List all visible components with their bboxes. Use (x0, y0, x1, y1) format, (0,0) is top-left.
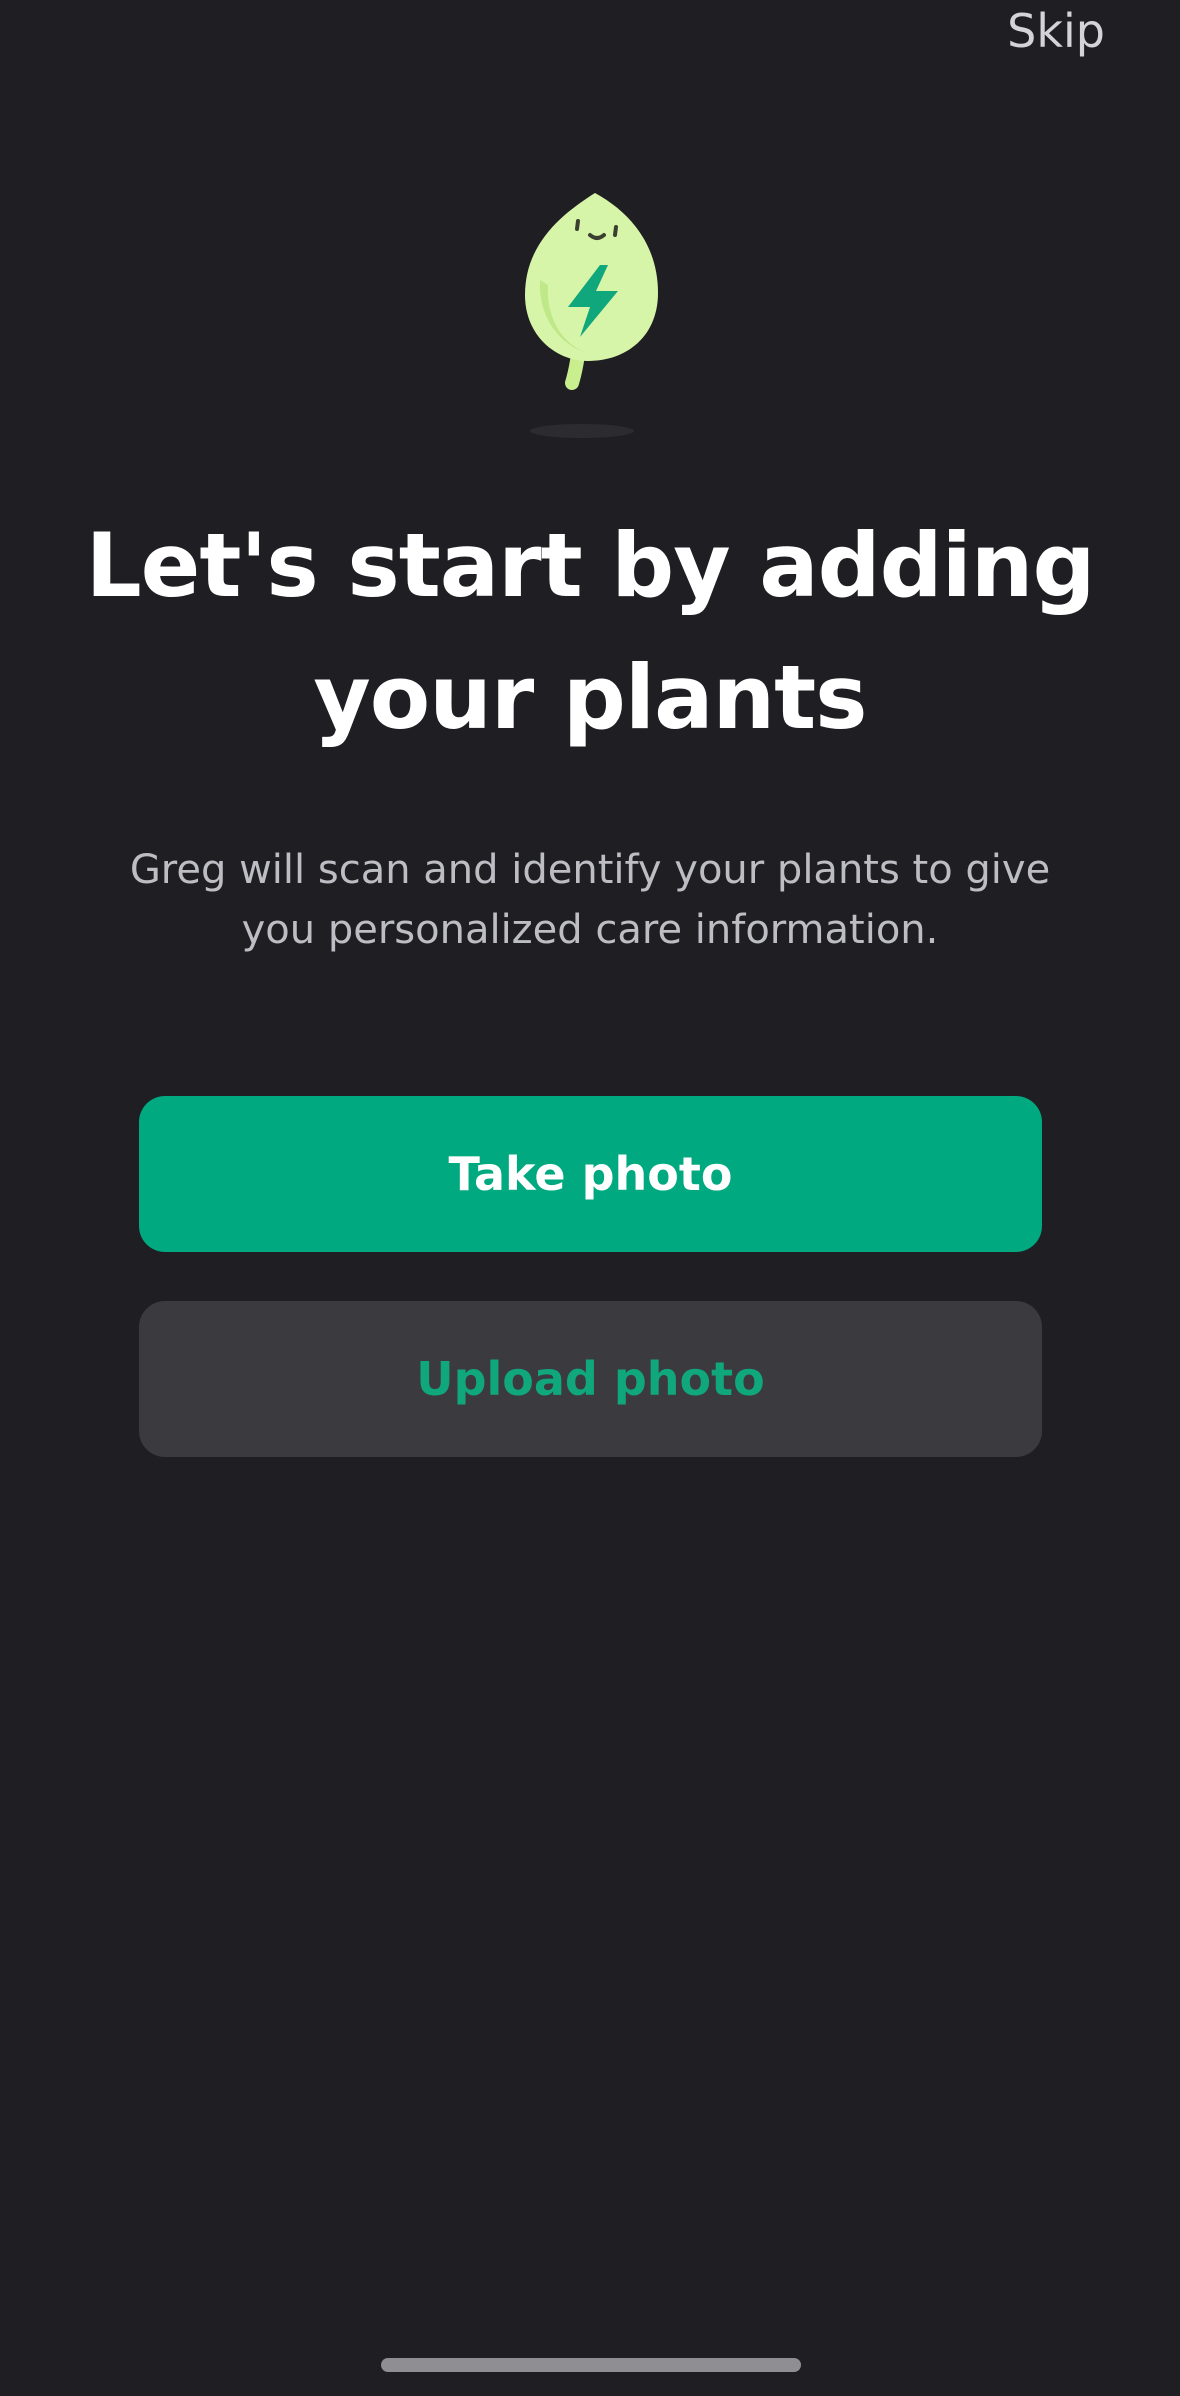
upload-photo-label: Upload photo (416, 1352, 765, 1406)
home-indicator[interactable] (381, 2358, 801, 2372)
take-photo-button[interactable]: Take photo (139, 1096, 1042, 1252)
take-photo-label: Take photo (448, 1147, 733, 1201)
page-title: Let's start by adding your plants (85, 514, 1096, 749)
leaf-mascot-icon (500, 185, 680, 445)
upload-photo-button[interactable]: Upload photo (139, 1301, 1042, 1457)
page-subtitle: Greg will scan and identify your plants … (129, 847, 1051, 953)
skip-button[interactable]: Skip (1007, 0, 1105, 66)
